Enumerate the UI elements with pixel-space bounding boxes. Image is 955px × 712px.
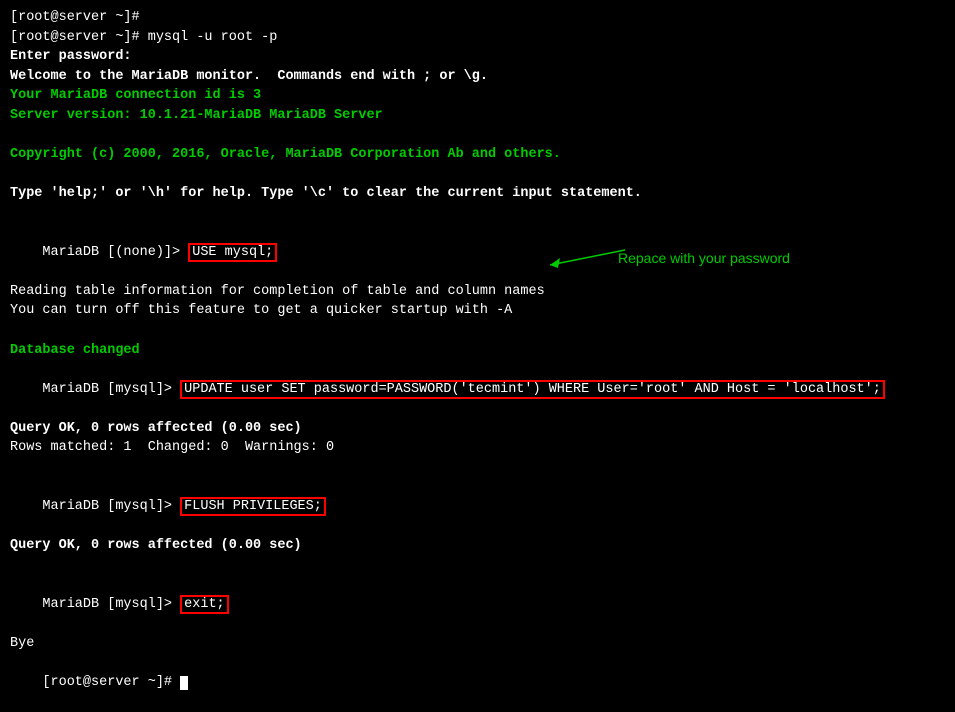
prompt: MariaDB [mysql]> — [42, 597, 180, 612]
line-text: Reading table information for completion… — [10, 284, 545, 299]
use-mysql-command: USE mysql; — [188, 243, 277, 262]
terminal-line: MariaDB [(none)]> USE mysql; — [10, 223, 945, 282]
terminal-line: MariaDB [mysql]> UPDATE user SET passwor… — [10, 360, 945, 419]
terminal-line — [10, 321, 945, 341]
line-text: Enter password: — [10, 49, 132, 64]
terminal-line — [10, 556, 945, 576]
terminal-line — [10, 165, 945, 185]
line-text: Query OK, 0 rows affected (0.00 sec) — [10, 538, 302, 553]
line-text: Database changed — [10, 343, 140, 358]
line-text: Bye — [10, 636, 34, 651]
terminal-line: Query OK, 0 rows affected (0.00 sec) — [10, 419, 945, 439]
line-text: Your MariaDB connection id is 3 — [10, 88, 261, 103]
terminal-line: Reading table information for completion… — [10, 282, 945, 302]
terminal-line: MariaDB [mysql]> FLUSH PRIVILEGES; — [10, 478, 945, 537]
line-text: Rows matched: 1 Changed: 0 Warnings: 0 — [10, 440, 334, 455]
prompt: MariaDB [(none)]> — [42, 245, 188, 260]
update-command: UPDATE user SET password=PASSWORD('tecmi… — [180, 380, 885, 399]
line-text: Type 'help;' or '\h' for help. Type '\c'… — [10, 186, 642, 201]
terminal-line: [root@server ~]# — [10, 8, 945, 28]
cursor — [180, 676, 188, 690]
exit-command: exit; — [180, 595, 229, 614]
terminal-line: Enter password: — [10, 47, 945, 67]
prompt: [root@server ~]# — [42, 675, 180, 690]
line-text: [root@server ~]# — [10, 10, 140, 25]
terminal-line: Query OK, 0 rows affected (0.00 sec) — [10, 536, 945, 556]
terminal-line: Bye — [10, 634, 945, 654]
terminal-line — [10, 458, 945, 478]
terminal-line — [10, 125, 945, 145]
flush-command: FLUSH PRIVILEGES; — [180, 497, 326, 516]
line-text: Query OK, 0 rows affected (0.00 sec) — [10, 421, 302, 436]
prompt: MariaDB [mysql]> — [42, 382, 180, 397]
line-text: Welcome to the MariaDB monitor. Commands… — [10, 69, 488, 84]
terminal-line: [root@server ~]# mysql -u root -p — [10, 28, 945, 48]
terminal-line: Copyright (c) 2000, 2016, Oracle, MariaD… — [10, 145, 945, 165]
terminal: [root@server ~]# [root@server ~]# mysql … — [0, 0, 955, 514]
terminal-line: Welcome to the MariaDB monitor. Commands… — [10, 67, 945, 87]
terminal-line: [root@server ~]# — [10, 654, 945, 712]
line-text: You can turn off this feature to get a q… — [10, 303, 512, 318]
terminal-line: You can turn off this feature to get a q… — [10, 301, 945, 321]
terminal-line — [10, 204, 945, 224]
terminal-line: Your MariaDB connection id is 3 — [10, 86, 945, 106]
annotation-text: Repace with your password — [618, 248, 790, 268]
line-text: Copyright (c) 2000, 2016, Oracle, MariaD… — [10, 147, 561, 162]
line-text: Server version: 10.1.21-MariaDB MariaDB … — [10, 108, 383, 123]
terminal-line: Rows matched: 1 Changed: 0 Warnings: 0 — [10, 438, 945, 458]
terminal-line: Server version: 10.1.21-MariaDB MariaDB … — [10, 106, 945, 126]
or-text: or — [439, 69, 455, 84]
prompt: MariaDB [mysql]> — [42, 499, 180, 514]
terminal-line: MariaDB [mysql]> exit; — [10, 575, 945, 634]
terminal-line: Database changed — [10, 341, 945, 361]
line-text: [root@server ~]# mysql -u root -p — [10, 30, 277, 45]
terminal-line: Type 'help;' or '\h' for help. Type '\c'… — [10, 184, 945, 204]
